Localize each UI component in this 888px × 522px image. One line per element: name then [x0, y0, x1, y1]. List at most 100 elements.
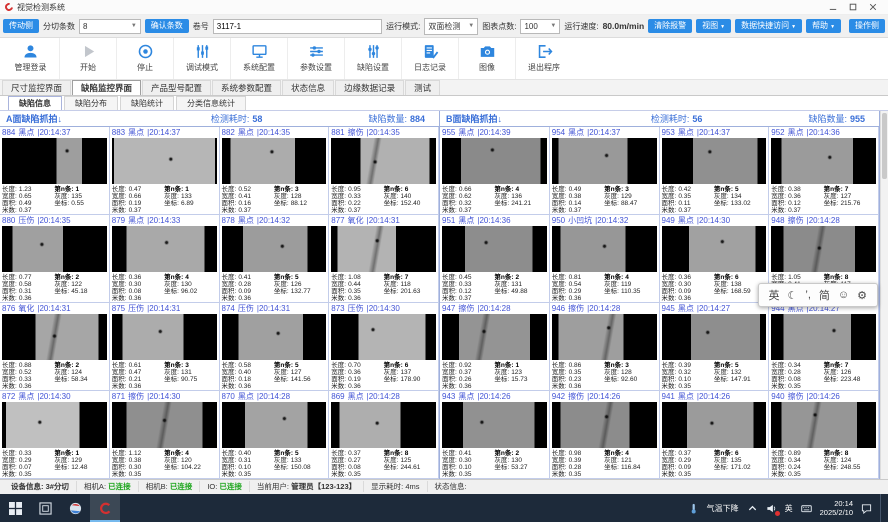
defect-thumbnail[interactable] — [2, 402, 107, 448]
defect-cell[interactable]: 952黑点|20:14:36长度:0.38宽度:0.36面积:0.12米数:0.… — [769, 127, 879, 215]
defect-thumbnail[interactable] — [222, 402, 327, 448]
main-tab-6[interactable]: 测试 — [405, 80, 440, 95]
defect-thumbnail[interactable] — [222, 226, 327, 272]
defect-cell[interactable]: 946擦伤|20:14:28长度:0.86宽度:0.35面积:0.23米数:0.… — [550, 303, 660, 391]
defect-cell[interactable]: 940擦伤|20:14:26长度:0.89宽度:0.34面积:0.24米数:0.… — [769, 391, 879, 479]
defect-cell[interactable]: 945黑点|20:14:27长度:0.39宽度:0.32面积:0.10米数:0.… — [660, 303, 770, 391]
defect-thumbnail[interactable] — [331, 138, 436, 184]
main-tab-4[interactable]: 状态信息 — [282, 80, 334, 95]
defect-thumbnail[interactable] — [662, 226, 767, 272]
roll-number-input[interactable] — [213, 19, 382, 34]
clear-alarm-button[interactable]: 清除报警 — [648, 19, 692, 33]
ime-lang-en[interactable]: 英 — [769, 287, 780, 303]
tray-overflow-chevron-icon[interactable] — [747, 503, 758, 514]
defect-cell[interactable]: 884黑点|20:14:37长度:1.23宽度:0.65面积:0.49米数:0.… — [0, 127, 110, 215]
defect-thumbnail[interactable] — [771, 402, 876, 448]
defect-cell[interactable]: 949黑点|20:14:30长度:0.36宽度:0.30面积:0.09米数:0.… — [660, 215, 770, 303]
taskbar-app-button[interactable] — [60, 494, 90, 522]
defect-cell[interactable]: 950小凹坑|20:14:32长度:0.81宽度:0.54面积:0.29米数:0… — [550, 215, 660, 303]
ime-emoji-icon[interactable]: ☺ — [838, 289, 849, 301]
scrollbar-thumb[interactable] — [882, 113, 887, 179]
main-tab-3[interactable]: 系统参数配置 — [212, 80, 281, 95]
action-center-icon[interactable] — [861, 503, 872, 514]
defect-cell[interactable]: 869黑点|20:14:28长度:0.37宽度:0.27面积:0.08米数:0.… — [329, 391, 439, 479]
image-button[interactable]: 图像 — [458, 38, 515, 79]
log-record-button[interactable]: 日志记录 — [401, 38, 458, 79]
defect-thumbnail[interactable] — [662, 314, 767, 360]
run-mode-select[interactable]: 双面检测▼ — [424, 18, 478, 35]
chart-points-select[interactable]: 100▼ — [520, 19, 560, 34]
main-tab-1[interactable]: 缺陷监控界面 — [72, 80, 141, 95]
defect-thumbnail[interactable] — [442, 226, 547, 272]
taskbar-active-app-button[interactable] — [90, 494, 120, 522]
defect-cell[interactable]: 870黑点|20:14:28长度:0.40宽度:0.31面积:0.10米数:0.… — [220, 391, 330, 479]
scrollbar[interactable] — [880, 111, 888, 479]
defect-thumbnail[interactable] — [222, 138, 327, 184]
defect-thumbnail[interactable] — [442, 402, 547, 448]
start-button[interactable] — [0, 494, 30, 522]
defect-thumbnail[interactable] — [771, 138, 876, 184]
defect-thumbnail[interactable] — [662, 402, 767, 448]
defect-thumbnail[interactable] — [442, 314, 547, 360]
defect-cell[interactable]: 871擦伤|20:14:30长度:1.12宽度:0.38面积:0.30米数:0.… — [110, 391, 220, 479]
main-tab-0[interactable]: 尺寸监控界面 — [2, 80, 71, 95]
weather-text[interactable]: 气温下降 — [707, 503, 739, 514]
maximize-button[interactable] — [843, 0, 863, 14]
defect-cell[interactable]: 941黑点|20:14:26长度:0.37宽度:0.29面积:0.09米数:0.… — [660, 391, 770, 479]
view-menu-button[interactable]: 视图▼ — [696, 19, 731, 33]
main-tab-2[interactable]: 产品型号配置 — [142, 80, 211, 95]
defect-cell[interactable]: 882黑点|20:14:35长度:0.52宽度:0.41面积:0.16米数:0.… — [220, 127, 330, 215]
operator-side-button[interactable]: 操作侧 — [849, 19, 885, 33]
sub-tab-0[interactable]: 缺陷信息 — [8, 96, 62, 110]
data-quick-access-menu-button[interactable]: 数据快捷访问▼ — [735, 19, 802, 33]
defect-cell[interactable]: 879黑点|20:14:33长度:0.36宽度:0.30面积:0.08米数:0.… — [110, 215, 220, 303]
taskbar-clock[interactable]: 20:142025/2/10 — [820, 499, 853, 517]
sub-tab-3[interactable]: 分类信息统计 — [176, 96, 246, 110]
defect-cell[interactable]: 881擦伤|20:14:35长度:0.95宽度:0.33面积:0.22米数:0.… — [329, 127, 439, 215]
defect-cell[interactable]: 878黑点|20:14:32长度:0.41宽度:0.28面积:0.09米数:0.… — [220, 215, 330, 303]
defect-thumbnail[interactable] — [2, 138, 107, 184]
defect-thumbnail[interactable] — [442, 138, 547, 184]
thermometer-icon[interactable] — [688, 503, 699, 514]
defect-thumbnail[interactable] — [331, 226, 436, 272]
defect-thumbnail[interactable] — [771, 314, 876, 360]
defect-cell[interactable]: 954黑点|20:14:37长度:0.49宽度:0.38面积:0.14米数:0.… — [550, 127, 660, 215]
admin-login-button[interactable]: 管理登录 — [2, 38, 59, 79]
defect-thumbnail[interactable] — [112, 138, 217, 184]
defect-cell[interactable]: 947擦伤|20:14:28长度:0.92宽度:0.37面积:0.26米数:0.… — [440, 303, 550, 391]
confirm-count-button[interactable]: 确认条数 — [145, 19, 189, 33]
defect-thumbnail[interactable] — [771, 226, 876, 272]
show-desktop-button[interactable] — [880, 494, 884, 522]
defect-thumbnail[interactable] — [331, 402, 436, 448]
touch-keyboard-icon[interactable] — [801, 503, 812, 514]
start-button[interactable]: 开始 — [59, 38, 116, 79]
defect-cell[interactable]: 876氧化|20:14:31长度:0.88宽度:0.52面积:0.33米数:0.… — [0, 303, 110, 391]
defect-thumbnail[interactable] — [112, 402, 217, 448]
close-button[interactable] — [863, 0, 883, 14]
defect-cell[interactable]: 875压伤|20:14:31长度:0.61宽度:0.47面积:0.21米数:0.… — [110, 303, 220, 391]
defect-thumbnail[interactable] — [552, 226, 657, 272]
defect-cell[interactable]: 873压伤|20:14:30长度:0.70宽度:0.36面积:0.19米数:0.… — [329, 303, 439, 391]
help-menu-button[interactable]: 帮助▼ — [806, 19, 841, 33]
defect-cell[interactable]: 872黑点|20:14:30长度:0.33宽度:0.29面积:0.07米数:0.… — [0, 391, 110, 479]
defect-thumbnail[interactable] — [662, 138, 767, 184]
defect-cell[interactable]: 942擦伤|20:14:26长度:0.98宽度:0.39面积:0.28米数:0.… — [550, 391, 660, 479]
defect-thumbnail[interactable] — [552, 314, 657, 360]
defect-thumbnail[interactable] — [2, 226, 107, 272]
drive-side-button[interactable]: 传动侧 — [3, 19, 39, 33]
system-config-button[interactable]: 系统配置 — [230, 38, 287, 79]
defect-cell[interactable]: 943黑点|20:14:26长度:0.41宽度:0.30面积:0.10米数:0.… — [440, 391, 550, 479]
ime-moon-icon[interactable]: ☾ — [788, 289, 798, 302]
defect-thumbnail[interactable] — [552, 138, 657, 184]
param-settings-button[interactable]: 参数设置 — [287, 38, 344, 79]
ime-lang-simplified[interactable]: 简 — [819, 287, 830, 303]
defect-thumbnail[interactable] — [112, 314, 217, 360]
stop-button[interactable]: 停止 — [116, 38, 173, 79]
main-tab-5[interactable]: 边缘数据记录 — [335, 80, 404, 95]
defect-cell[interactable]: 883黑点|20:14:37长度:0.47宽度:0.66面积:0.19米数:0.… — [110, 127, 220, 215]
volume-icon[interactable] — [766, 503, 777, 514]
defect-cell[interactable]: 951黑点|20:14:36长度:0.45宽度:0.33面积:0.12米数:0.… — [440, 215, 550, 303]
defect-thumbnail[interactable] — [222, 314, 327, 360]
task-view-button[interactable] — [30, 494, 60, 522]
defect-cell[interactable]: 944黑点|20:14:27长度:0.34宽度:0.28面积:0.08米数:0.… — [769, 303, 879, 391]
